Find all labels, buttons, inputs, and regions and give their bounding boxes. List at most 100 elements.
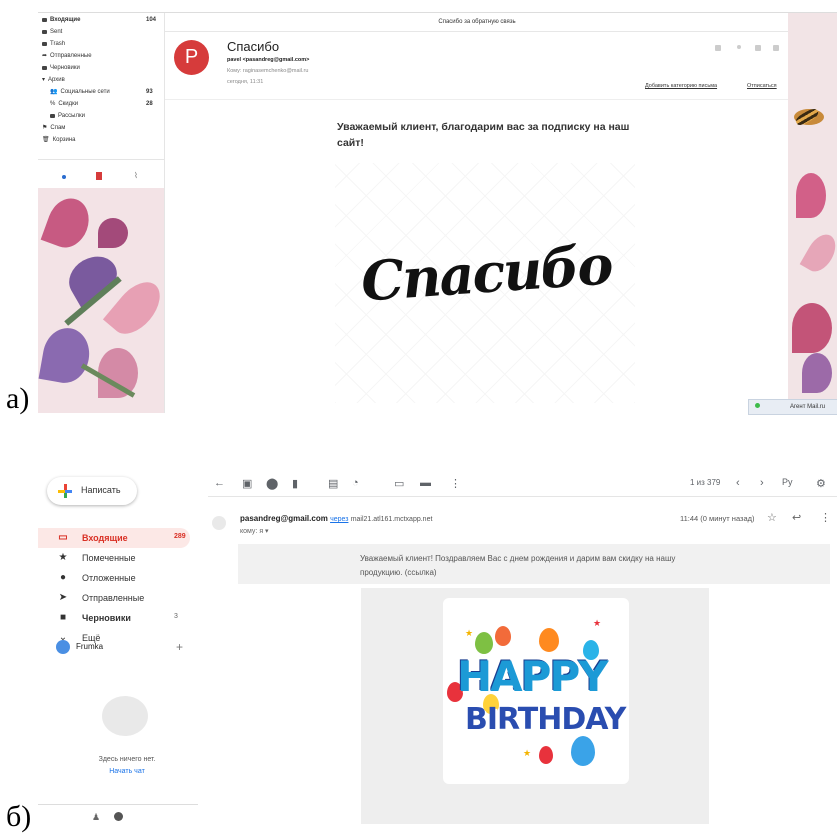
dot-icon[interactable]	[737, 45, 741, 49]
nav-item-snoozed[interactable]: ● Отложенные	[38, 568, 190, 588]
inbox-count: 289	[174, 533, 186, 540]
chevron-down-icon: ▾	[42, 77, 46, 83]
nav-item-drafts[interactable]: ■ Черновики 3	[38, 608, 190, 628]
trash-icon: 🗑	[42, 137, 50, 143]
sidebar-item-drafts[interactable]: Черновики	[42, 63, 80, 73]
start-chat-link[interactable]: Начать чат	[72, 768, 182, 775]
people-icon: 👥	[50, 89, 58, 95]
nav-item-sent[interactable]: ➤ Отправленные	[38, 588, 190, 608]
floral-background-right	[788, 13, 837, 413]
online-status-icon	[755, 403, 760, 408]
back-arrow-icon[interactable]: ←	[214, 477, 225, 489]
inbox-icon: ▭	[58, 532, 68, 543]
via-domain: mail21.atl161.mctxapp.net	[350, 516, 433, 523]
discounts-count: 28	[146, 101, 153, 107]
chat-empty-text: Здесь ничего нет.	[98, 756, 156, 763]
recipient-dropdown[interactable]: кому: я ▾	[240, 527, 269, 535]
percent-icon: %	[50, 101, 56, 107]
reply-icon[interactable]: ↩	[792, 511, 801, 524]
sender-address[interactable]: pavel <pasandreg@gmail.com>	[227, 57, 309, 63]
sidebar-item-social[interactable]: 👥 Социальные сети 93	[50, 87, 153, 97]
sender-line: pasandreg@gmail.com через mail21.atl161.…	[240, 514, 432, 523]
greeting-text: Уважаемый клиент, благодарим вас за подп…	[337, 121, 630, 149]
social-count: 93	[146, 89, 153, 95]
happy-lettering: HAPPY	[457, 652, 609, 701]
star-icon: ★	[593, 618, 602, 628]
archive-icon[interactable]: ▣	[242, 477, 252, 490]
avatar[interactable]: P	[174, 40, 209, 75]
more-options-icon[interactable]: ⋮	[450, 477, 461, 490]
pager-text: 1 из 379	[690, 478, 721, 487]
mailru-screenshot: Входящие 104 Sent Trash ➦ Отправленные Чер…	[38, 12, 837, 415]
sidebar-item-trash[interactable]: 🗑 Корзина	[42, 135, 75, 145]
report-spam-icon[interactable]: ⬤	[266, 477, 278, 490]
sidebar-item-spam[interactable]: ⚑ Спам	[42, 123, 65, 133]
figure-label-a: а)	[6, 382, 30, 415]
gmail-screenshot: Написать ▭ Входящие 289 ★ Помеченные ● Отлож…	[38, 458, 837, 834]
label-icon[interactable]: ▬	[420, 477, 431, 489]
folder-icon	[42, 30, 47, 34]
star-icon[interactable]: ☆	[767, 511, 777, 524]
attachment-icon[interactable]: ⌇	[134, 171, 138, 180]
drafts-count: 3	[174, 613, 178, 620]
plus-icon	[58, 484, 72, 498]
spam-icon: ⚑	[42, 125, 48, 131]
sidebar-item-newsletters[interactable]: Рассылки	[50, 111, 85, 121]
birthday-image-frame: HAPPY BIRTHDAY ★ ★ ★	[361, 588, 709, 824]
inbox-count: 104	[146, 17, 157, 23]
sidebar-item-inbox[interactable]: Входящие 104	[42, 15, 156, 25]
sidebar-item-sent[interactable]: ➦ Отправленные	[42, 51, 92, 61]
compose-button[interactable]: Написать	[47, 477, 137, 505]
sidebar-item-archive[interactable]: ▾ Архив	[42, 75, 65, 85]
message-subject: Спасибо	[227, 39, 280, 54]
star-icon: ★	[523, 748, 532, 758]
message-text: Уважаемый клиент! Поздравляем Вас с днем…	[360, 554, 676, 577]
print-icon[interactable]	[755, 45, 761, 51]
recipient: Кому: raginasemchenko@mail.ru	[227, 68, 309, 74]
draft-icon	[42, 66, 47, 70]
floral-background-left	[38, 188, 164, 413]
draft-icon: ■	[59, 612, 67, 623]
folder-icon	[42, 42, 47, 46]
birthday-card-image: HAPPY BIRTHDAY ★ ★ ★	[443, 598, 629, 784]
birthday-lettering: BIRTHDAY	[465, 702, 626, 737]
more-icon[interactable]	[773, 45, 779, 51]
clock-icon: ●	[59, 572, 67, 583]
bookmark-icon[interactable]	[715, 45, 721, 51]
message-top-bar: Спасибо за обратную связь	[165, 13, 789, 32]
bookmark-icon[interactable]	[96, 172, 102, 180]
more-options-icon[interactable]: ⋮	[820, 511, 831, 524]
dot-icon[interactable]	[62, 175, 66, 179]
delete-icon[interactable]: ▮	[292, 477, 298, 490]
via-link[interactable]: через	[330, 516, 348, 523]
mark-unread-icon[interactable]: ▤	[328, 477, 338, 490]
nav-item-starred[interactable]: ★ Помеченные	[38, 548, 190, 568]
sidebar-item-sent-en[interactable]: Sent	[42, 27, 62, 37]
message-date: сегодня, 11:31	[227, 79, 264, 85]
move-to-icon[interactable]: ▭	[394, 477, 404, 490]
send-icon: ➦	[42, 53, 48, 59]
nav-item-inbox[interactable]: ▭ Входящие 289	[38, 528, 190, 548]
settings-gear-icon[interactable]: ⚙	[816, 477, 826, 490]
inbox-icon	[42, 18, 47, 22]
star-icon: ★	[58, 552, 68, 563]
figure-label-b: б)	[6, 800, 32, 833]
mail-agent-bar[interactable]: Агент Mail.ru	[748, 399, 837, 415]
star-icon: ★	[465, 628, 474, 638]
account-switcher[interactable]: Frumka +	[56, 640, 206, 660]
message-body: Уважаемый клиент! Поздравляем Вас с днем…	[238, 544, 830, 584]
unsubscribe-link[interactable]: Отписаться	[747, 83, 777, 89]
newer-icon[interactable]: ‹	[736, 477, 740, 489]
add-icon[interactable]: +	[176, 640, 183, 654]
person-icon[interactable]: ♟	[92, 812, 100, 823]
add-category-link[interactable]: Добавить категорию письма	[645, 83, 717, 89]
snooze-icon[interactable]: ◔	[352, 477, 359, 489]
sidebar-item-trash-en[interactable]: Trash	[42, 39, 65, 49]
hangouts-icon[interactable]	[114, 812, 123, 821]
input-language[interactable]: Ру	[782, 477, 793, 487]
sender-email[interactable]: pasandreg@gmail.com	[240, 514, 328, 523]
send-icon: ➤	[58, 592, 68, 603]
chat-bubble-icon	[102, 696, 148, 736]
older-icon[interactable]: ›	[760, 477, 764, 489]
sidebar-item-discounts[interactable]: % Скидки 28	[50, 99, 153, 109]
